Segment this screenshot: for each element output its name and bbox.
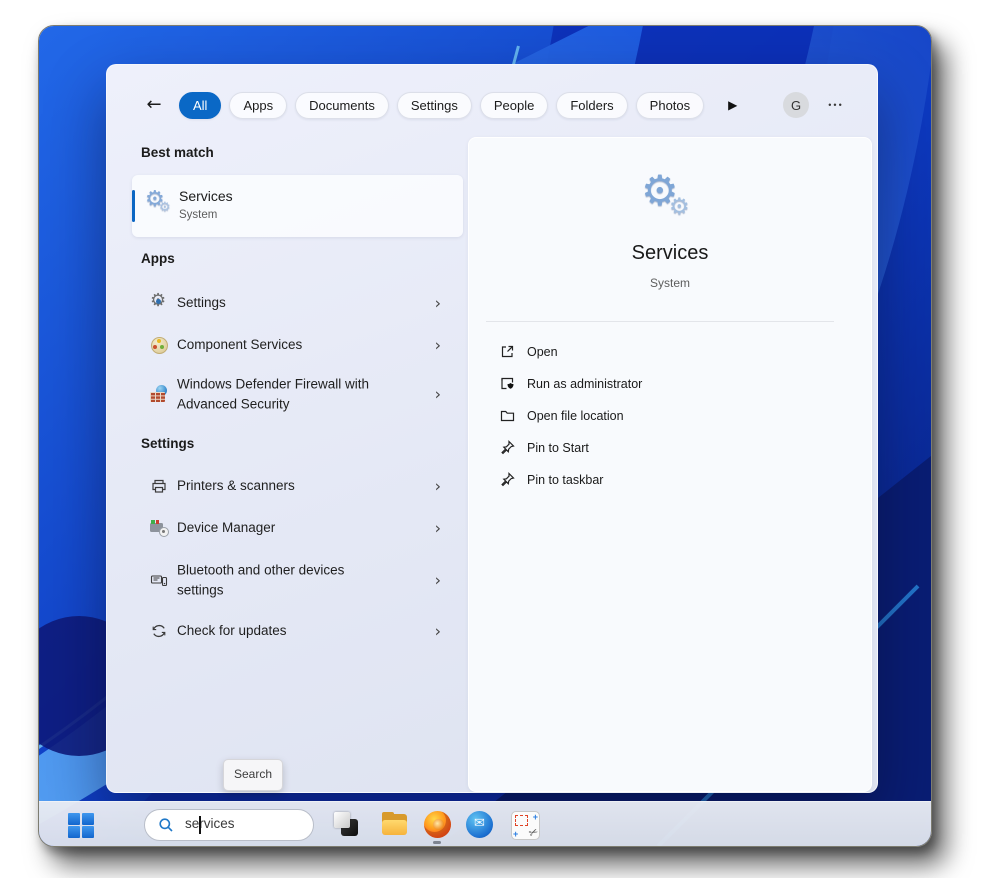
- back-arrow-icon[interactable]: ←: [143, 94, 165, 116]
- services-gears-icon-large: ⚙ ⚙: [641, 170, 701, 226]
- thunderbird-circle: ✉: [466, 811, 493, 838]
- filter-tab-people[interactable]: People: [480, 92, 548, 119]
- selection-box: [515, 815, 528, 826]
- result-label: Check for updates: [177, 621, 287, 641]
- divider: [486, 321, 834, 322]
- result-label: Bluetooth and other devices settings: [177, 560, 392, 599]
- result-label: Device Manager: [177, 518, 275, 538]
- plus-glyph: +: [513, 829, 518, 839]
- result-label: Component Services: [177, 335, 302, 355]
- task-view-icon[interactable]: [333, 811, 360, 838]
- chevron-right-icon: ›: [435, 519, 441, 538]
- action-label: Pin to taskbar: [527, 473, 603, 487]
- desktop-screen: ← All Apps Documents Settings People Fol…: [38, 25, 932, 847]
- result-bluetooth-devices[interactable]: Bluetooth and other devices settings ›: [132, 555, 463, 605]
- start-button[interactable]: [66, 810, 96, 840]
- action-label: Open file location: [527, 409, 624, 423]
- taskbar: services ✉ + + ✂: [39, 801, 931, 846]
- thunderbird-icon[interactable]: ✉: [466, 811, 493, 838]
- pin-icon: [499, 439, 516, 456]
- chevron-right-icon: ›: [435, 477, 441, 496]
- search-icon: [158, 817, 174, 833]
- screenshot-tool-body: + + ✂: [511, 811, 540, 840]
- text-caret: [199, 816, 201, 834]
- chevron-right-icon: ›: [435, 294, 441, 313]
- firewall-icon: [150, 385, 168, 403]
- action-run-as-administrator[interactable]: Run as administrator: [486, 371, 846, 397]
- result-label: Settings: [177, 293, 226, 313]
- action-label: Pin to Start: [527, 441, 589, 455]
- device-manager-icon: [150, 519, 168, 537]
- filter-tab-settings[interactable]: Settings: [397, 92, 472, 119]
- account-avatar[interactable]: G: [783, 92, 809, 118]
- action-label: Run as administrator: [527, 377, 642, 391]
- result-settings[interactable]: ⚙ Settings ›: [132, 285, 463, 321]
- folder-icon: [499, 407, 516, 424]
- firefox-running-indicator: [433, 841, 441, 844]
- result-label: Printers & scanners: [177, 476, 295, 496]
- screenshot-tool-icon[interactable]: + + ✂: [511, 811, 538, 838]
- settings-gear-icon: ⚙: [150, 294, 168, 312]
- result-printers-scanners[interactable]: Printers & scanners ›: [132, 468, 463, 504]
- preview-subtitle: System: [469, 276, 871, 290]
- result-check-for-updates[interactable]: Check for updates ›: [132, 613, 463, 649]
- filter-tab-photos[interactable]: Photos: [636, 92, 704, 119]
- open-external-icon: [499, 343, 516, 360]
- search-input-value: services: [185, 816, 235, 831]
- services-gears-icon: ⚙ ⚙: [145, 189, 175, 219]
- envelope-glyph: ✉: [466, 816, 493, 831]
- best-match-heading: Best match: [141, 145, 214, 160]
- result-windows-defender-firewall[interactable]: Windows Defender Firewall with Advanced …: [132, 368, 463, 420]
- folder-front: [382, 820, 407, 835]
- filter-tab-folders[interactable]: Folders: [556, 92, 627, 119]
- search-flyout-window: ← All Apps Documents Settings People Fol…: [106, 64, 878, 793]
- scissors-glyph: ✂: [526, 825, 540, 841]
- action-open-file-location[interactable]: Open file location: [486, 403, 846, 429]
- firefox-core: [433, 819, 444, 830]
- action-open[interactable]: Open: [486, 339, 846, 365]
- settings-section-heading: Settings: [141, 436, 194, 451]
- plus-glyph: +: [533, 812, 538, 822]
- more-options-icon[interactable]: •••: [821, 92, 851, 118]
- printer-icon: [150, 477, 168, 495]
- chevron-right-icon: ›: [435, 622, 441, 641]
- bluetooth-devices-icon: [150, 571, 168, 589]
- result-label: Windows Defender Firewall with Advanced …: [177, 374, 392, 413]
- component-services-icon: [150, 336, 168, 354]
- preview-panel: ⚙ ⚙ Services System Open: [468, 137, 872, 792]
- taskbar-search-input[interactable]: services: [144, 809, 314, 841]
- result-component-services[interactable]: Component Services ›: [132, 327, 463, 363]
- selection-accent-bar: [132, 190, 135, 222]
- filter-tab-documents[interactable]: Documents: [295, 92, 389, 119]
- search-tooltip: Search: [223, 759, 283, 791]
- chevron-right-icon: ›: [435, 385, 441, 404]
- preview-title: Services: [469, 242, 871, 265]
- chevron-right-icon: ›: [435, 336, 441, 355]
- refresh-icon: [150, 622, 168, 640]
- filter-tab-apps[interactable]: Apps: [229, 92, 287, 119]
- pin-icon: [499, 471, 516, 488]
- best-match-title: Services: [179, 188, 233, 204]
- filter-tab-all[interactable]: All: [179, 92, 221, 119]
- result-device-manager[interactable]: Device Manager ›: [132, 510, 463, 546]
- chevron-right-icon: ›: [435, 571, 441, 590]
- action-label: Open: [527, 345, 558, 359]
- action-pin-to-taskbar[interactable]: Pin to taskbar: [486, 467, 846, 493]
- apps-section-heading: Apps: [141, 251, 175, 266]
- action-pin-to-start[interactable]: Pin to Start: [486, 435, 846, 461]
- filter-tabs-bar: ← All Apps Documents Settings People Fol…: [143, 91, 743, 119]
- windows-logo-icon: [68, 813, 93, 838]
- file-explorer-icon[interactable]: [381, 811, 408, 838]
- more-filters-icon[interactable]: ▶: [722, 97, 743, 113]
- task-view-front-square: [334, 812, 350, 828]
- best-match-result-services[interactable]: ⚙ ⚙ Services System: [132, 175, 463, 237]
- best-match-subtitle: System: [179, 209, 217, 221]
- admin-shield-icon: [499, 375, 516, 392]
- firefox-icon[interactable]: [424, 811, 451, 838]
